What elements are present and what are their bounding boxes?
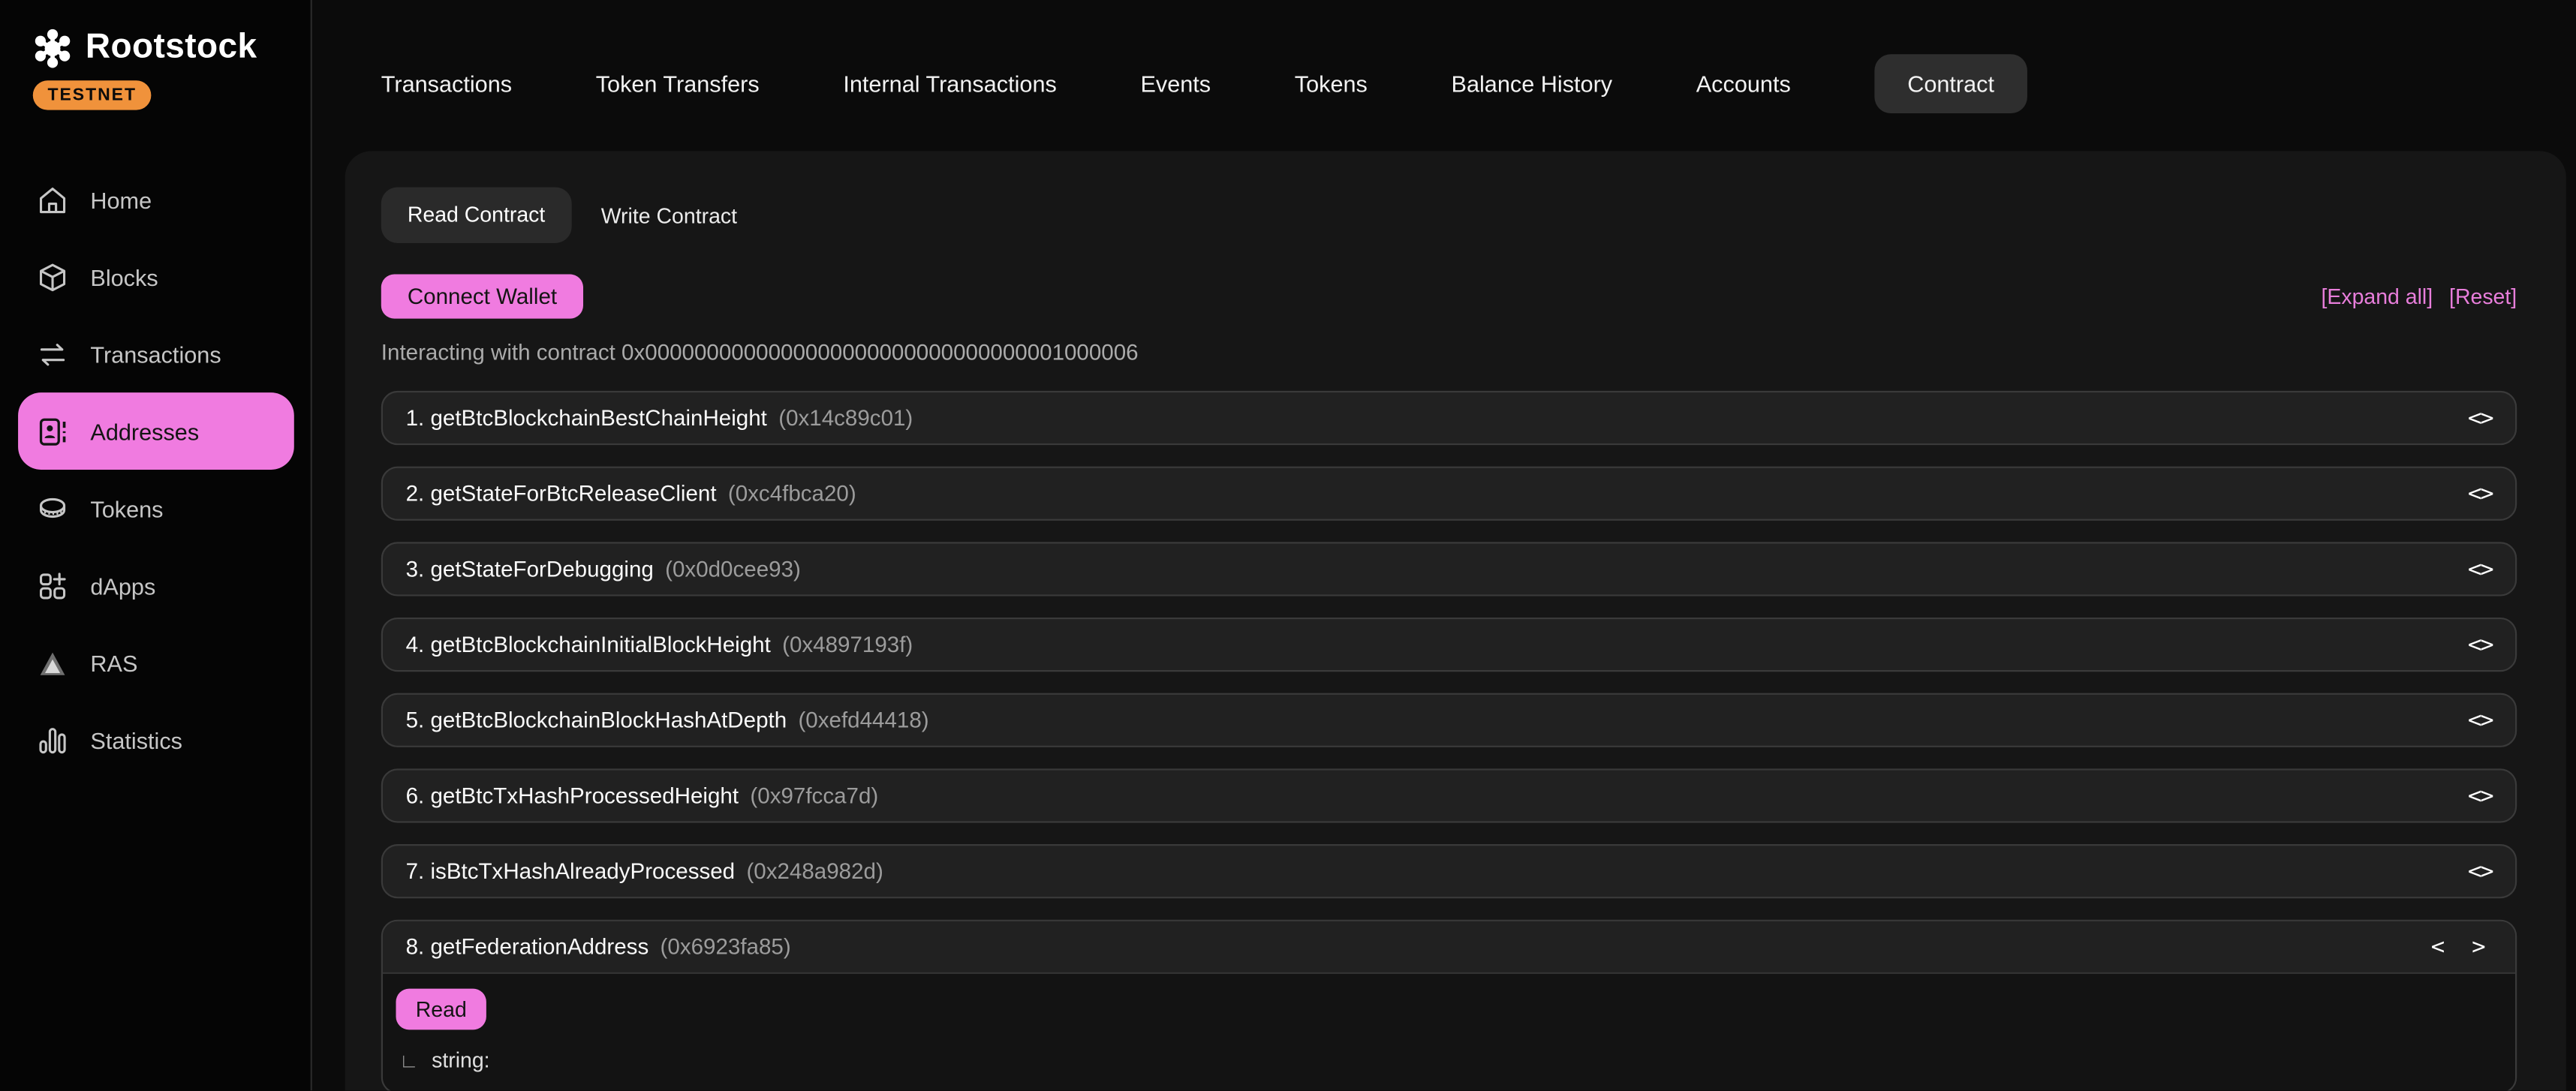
sidebar-item-statistics[interactable]: Statistics [0, 702, 311, 779]
brand-name: Rootstock [86, 28, 257, 68]
sidebar-item-addresses[interactable]: Addresses [18, 392, 294, 470]
code-icon[interactable]: <> [2468, 783, 2493, 809]
ras-icon [36, 646, 69, 679]
sidebar: Rootstock TESTNET Home [0, 0, 312, 1090]
expand-all-link[interactable]: [Expand all] [2321, 284, 2433, 309]
function-row-4[interactable]: 4. getBtcBlockchainInitialBlockHeight (0… [381, 618, 2517, 672]
read-button[interactable]: Read [396, 989, 486, 1030]
viewport: Rootstock TESTNET Home [0, 0, 2576, 1090]
code-icon[interactable]: <> [2468, 858, 2493, 885]
function-row-6[interactable]: 6. getBtcTxHashProcessedHeight (0x97fcca… [381, 768, 2517, 822]
tab-internal-transactions[interactable]: Internal Transactions [843, 71, 1056, 97]
sidebar-item-label: Addresses [90, 418, 199, 444]
code-icon[interactable]: <> [2468, 480, 2493, 506]
tab-token-transfers[interactable]: Token Transfers [596, 71, 760, 97]
output-type-label: string: [432, 1047, 489, 1072]
code-icon[interactable]: <> [2468, 632, 2493, 658]
interacting-with-contract-text: Interacting with contract 0x000000000000… [381, 340, 2566, 365]
function-title: 6. getBtcTxHashProcessedHeight [406, 783, 739, 808]
contract-panel: Read Contract Write Contract Connect Wal… [345, 151, 2566, 1090]
dapps-icon [36, 569, 69, 602]
sidebar-item-label: Transactions [90, 341, 221, 367]
function-row-5[interactable]: 5. getBtcBlockchainBlockHashAtDepth (0xe… [381, 693, 2517, 747]
function-title: 1. getBtcBlockchainBestChainHeight [406, 406, 767, 431]
function-row-8-header[interactable]: 8. getFederationAddress (0x6923fa85) < > [383, 921, 2515, 974]
blocks-icon [36, 260, 69, 293]
function-selector: (0x4897193f) [782, 633, 913, 657]
function-row-8-expanded: 8. getFederationAddress (0x6923fa85) < >… [381, 920, 2517, 1091]
code-icon[interactable]: <> [2468, 707, 2493, 733]
transactions-icon [36, 338, 69, 371]
function-row-1[interactable]: 1. getBtcBlockchainBestChainHeight (0x14… [381, 391, 2517, 445]
testnet-badge: TESTNET [33, 80, 152, 110]
function-selector: (0xefd44418) [798, 708, 928, 732]
tab-balance-history[interactable]: Balance History [1452, 71, 1613, 97]
function-selector: (0xc4fbca20) [728, 481, 856, 506]
function-title: 3. getStateForDebugging [406, 557, 654, 582]
home-icon [36, 183, 69, 216]
sidebar-item-label: Blocks [90, 263, 158, 290]
tree-branch-glyph: ∟ [399, 1049, 419, 1072]
connect-wallet-button[interactable]: Connect Wallet [381, 275, 583, 319]
list-actions: [Expand all] [Reset] [2321, 284, 2517, 309]
output-line: ∟ string: [399, 1047, 2492, 1072]
sidebar-item-transactions[interactable]: Transactions [0, 315, 311, 392]
function-title: 8. getFederationAddress [406, 934, 649, 959]
tab-write-contract[interactable]: Write Contract [601, 203, 737, 227]
sidebar-item-label: RAS [90, 650, 137, 676]
statistics-icon [36, 723, 69, 756]
function-title: 2. getStateForBtcReleaseClient [406, 481, 717, 506]
function-title: 5. getBtcBlockchainBlockHashAtDepth [406, 708, 787, 732]
function-selector: (0x14c89c01) [778, 406, 913, 431]
sidebar-item-home[interactable]: Home [0, 161, 311, 238]
function-row-7[interactable]: 7. isBtcTxHashAlreadyProcessed (0x248a98… [381, 844, 2517, 898]
function-title: 4. getBtcBlockchainInitialBlockHeight [406, 633, 771, 657]
code-icon[interactable]: <> [2468, 405, 2493, 431]
tab-events[interactable]: Events [1140, 71, 1211, 97]
contract-sub-tabs: Read Contract Write Contract [381, 188, 2566, 243]
reset-link[interactable]: [Reset] [2449, 284, 2517, 309]
function-selector: (0x6923fa85) [661, 934, 791, 959]
code-icon[interactable]: < > [2431, 933, 2493, 960]
addresses-icon [36, 415, 69, 448]
tokens-icon [36, 492, 69, 525]
sidebar-item-label: Statistics [90, 727, 182, 753]
function-selector: (0x97fcca7d) [750, 783, 878, 808]
function-list: 1. getBtcBlockchainBestChainHeight (0x14… [381, 391, 2517, 1090]
function-selector: (0x248a982d) [746, 859, 883, 884]
function-title: 7. isBtcTxHashAlreadyProcessed [406, 859, 736, 884]
sidebar-item-dapps[interactable]: dApps [0, 547, 311, 624]
sidebar-item-ras[interactable]: RAS [0, 624, 311, 702]
tab-accounts[interactable]: Accounts [1696, 71, 1791, 97]
main-content: Transactions Token Transfers Internal Tr… [312, 0, 2576, 1090]
app-root: Rootstock TESTNET Home [0, 0, 2576, 1090]
code-icon[interactable]: <> [2468, 556, 2493, 582]
function-row-3[interactable]: 3. getStateForDebugging (0x0d0cee93) <> [381, 542, 2517, 596]
action-row: Connect Wallet [Expand all] [Reset] [381, 275, 2517, 319]
tab-transactions[interactable]: Transactions [381, 71, 512, 97]
sidebar-item-label: Home [90, 186, 152, 212]
tab-tokens[interactable]: Tokens [1295, 71, 1368, 97]
function-row-8-body: Read ∟ string: [383, 974, 2515, 1090]
tab-contract[interactable]: Contract [1874, 54, 2027, 113]
tab-read-contract[interactable]: Read Contract [381, 188, 572, 243]
brand-logo[interactable]: Rootstock [0, 0, 311, 69]
sidebar-item-tokens[interactable]: Tokens [0, 470, 311, 547]
address-tab-bar: Transactions Token Transfers Internal Tr… [381, 54, 2576, 113]
sidebar-nav: Home Blocks Transactions [0, 161, 311, 778]
function-row-2[interactable]: 2. getStateForBtcReleaseClient (0xc4fbca… [381, 467, 2517, 521]
sidebar-item-blocks[interactable]: Blocks [0, 238, 311, 315]
sidebar-item-label: Tokens [90, 495, 163, 521]
function-selector: (0x0d0cee93) [665, 557, 801, 582]
sidebar-item-label: dApps [90, 573, 155, 599]
rootstock-flower-icon [32, 26, 74, 69]
